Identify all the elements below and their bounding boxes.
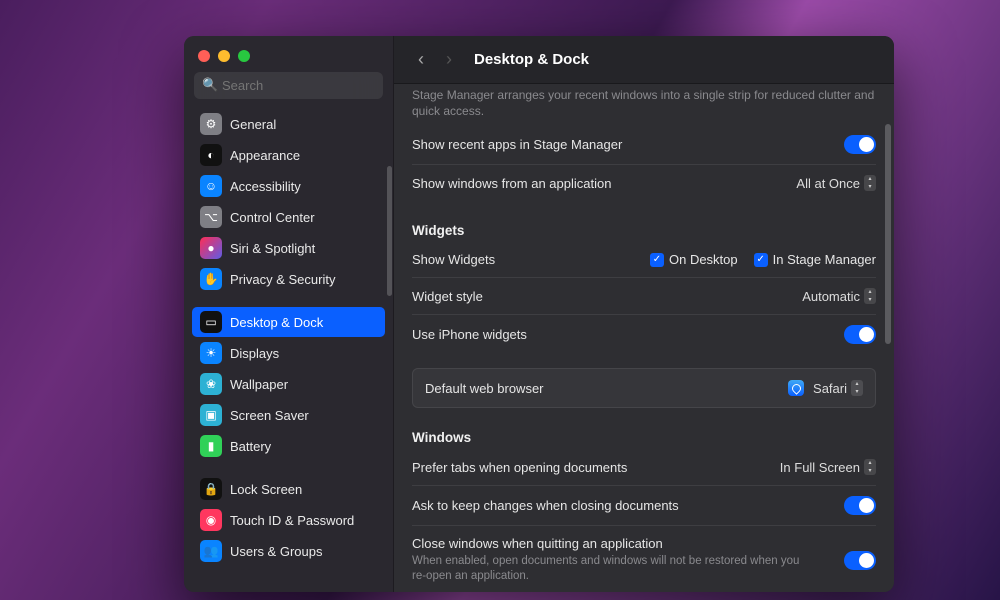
sidebar-item-label: Wallpaper — [230, 377, 288, 392]
on-desktop-checkbox[interactable]: ✓ — [650, 253, 664, 267]
prefer-tabs-select[interactable]: In Full Screen ▴▾ — [780, 459, 876, 475]
sidebar-item-label: Desktop & Dock — [230, 315, 323, 330]
sidebar-item-label: Screen Saver — [230, 408, 309, 423]
sidebar-item-accessibility[interactable]: ☺ Accessibility — [192, 171, 385, 201]
content-scrollbar[interactable] — [885, 124, 891, 344]
sidebar-item-label: Battery — [230, 439, 271, 454]
displays-icon: ☀ — [200, 342, 222, 364]
sidebar-item-label: Siri & Spotlight — [230, 241, 315, 256]
show-recent-apps-toggle[interactable] — [844, 135, 876, 154]
sidebar-item-displays[interactable]: ☀ Displays — [192, 338, 385, 368]
content-area: Stage Manager arranges your recent windo… — [394, 84, 894, 592]
sidebar-item-general[interactable]: ⚙ General — [192, 109, 385, 139]
sidebar-item-touch-id[interactable]: ◉ Touch ID & Password — [192, 505, 385, 535]
lock-screen-icon: 🔒 — [200, 478, 222, 500]
appearance-icon: ◐ — [200, 144, 222, 166]
sidebar-item-lock-screen[interactable]: 🔒 Lock Screen — [192, 474, 385, 504]
sidebar-item-battery[interactable]: ▮ Battery — [192, 431, 385, 461]
nav-back-button[interactable]: ‹ — [412, 49, 430, 70]
accessibility-icon: ☺ — [200, 175, 222, 197]
nav-forward-button[interactable]: › — [440, 49, 458, 70]
search-icon: 🔍 — [202, 77, 218, 93]
stepper-icon: ▴▾ — [864, 175, 876, 191]
close-windows-quit-toggle[interactable] — [844, 551, 876, 570]
default-browser-select[interactable]: Safari ▴▾ — [788, 380, 863, 396]
sidebar-item-label: Accessibility — [230, 179, 301, 194]
sidebar-item-desktop-dock[interactable]: ▭ Desktop & Dock — [192, 307, 385, 337]
default-browser-label: Default web browser — [425, 381, 544, 396]
show-windows-from-app-select[interactable]: All at Once ▴▾ — [796, 175, 876, 191]
prefer-tabs-label: Prefer tabs when opening documents — [412, 460, 627, 475]
window-controls — [184, 36, 393, 72]
privacy-security-icon: ✋ — [200, 268, 222, 290]
sidebar-item-privacy-security[interactable]: ✋ Privacy & Security — [192, 264, 385, 294]
sidebar-list: ⚙ General ◐ Appearance ☺ Accessibility ⌥ Contro… — [184, 109, 393, 592]
siri-spotlight-icon: ● — [200, 237, 222, 259]
main-panel: ‹ › Desktop & Dock Stage Manager arrange… — [394, 36, 894, 592]
minimize-button[interactable] — [218, 50, 230, 62]
fullscreen-button[interactable] — [238, 50, 250, 62]
close-windows-quit-description: When enabled, open documents and windows… — [412, 553, 812, 584]
widget-style-select[interactable]: Automatic ▴▾ — [802, 288, 876, 304]
sidebar-item-label: Users & Groups — [230, 544, 322, 559]
sidebar-item-label: Lock Screen — [230, 482, 302, 497]
page-title: Desktop & Dock — [474, 51, 589, 68]
desktop-dock-icon: ▭ — [200, 311, 222, 333]
close-button[interactable] — [198, 50, 210, 62]
use-iphone-widgets-toggle[interactable] — [844, 325, 876, 344]
stepper-icon: ▴▾ — [851, 380, 863, 396]
ask-keep-changes-toggle[interactable] — [844, 496, 876, 515]
on-desktop-label: On Desktop — [669, 252, 738, 267]
show-windows-from-app-label: Show windows from an application — [412, 176, 611, 191]
touch-id-icon: ◉ — [200, 509, 222, 531]
sidebar-item-label: Privacy & Security — [230, 272, 335, 287]
general-icon: ⚙ — [200, 113, 222, 135]
sidebar-item-siri-spotlight[interactable]: ● Siri & Spotlight — [192, 233, 385, 263]
sidebar-item-label: General — [230, 117, 276, 132]
sidebar-item-users-groups[interactable]: 👥 Users & Groups — [192, 536, 385, 566]
sidebar-item-control-center[interactable]: ⌥ Control Center — [192, 202, 385, 232]
use-iphone-widgets-label: Use iPhone widgets — [412, 327, 527, 342]
safari-icon — [788, 380, 804, 396]
sidebar-scrollbar[interactable] — [387, 166, 392, 296]
windows-heading: Windows — [412, 408, 876, 449]
in-stage-manager-checkbox[interactable]: ✓ — [754, 253, 768, 267]
control-center-icon: ⌥ — [200, 206, 222, 228]
system-settings-window: 🔍 ⚙ General ◐ Appearance ☺ Accessibility ⌥ Cont… — [184, 36, 894, 592]
stepper-icon: ▴▾ — [864, 288, 876, 304]
screen-saver-icon: ▣ — [200, 404, 222, 426]
sidebar-item-label: Touch ID & Password — [230, 513, 354, 528]
search-input[interactable] — [194, 72, 383, 99]
stepper-icon: ▴▾ — [864, 459, 876, 475]
wallpaper-icon: ❀ — [200, 373, 222, 395]
sidebar-item-label: Control Center — [230, 210, 315, 225]
show-recent-apps-label: Show recent apps in Stage Manager — [412, 137, 622, 152]
titlebar: ‹ › Desktop & Dock — [394, 36, 894, 84]
sidebar-item-appearance[interactable]: ◐ Appearance — [192, 140, 385, 170]
sidebar-item-wallpaper[interactable]: ❀ Wallpaper — [192, 369, 385, 399]
sidebar-item-screen-saver[interactable]: ▣ Screen Saver — [192, 400, 385, 430]
ask-keep-changes-label: Ask to keep changes when closing documen… — [412, 498, 679, 513]
sidebar-item-label: Displays — [230, 346, 279, 361]
battery-icon: ▮ — [200, 435, 222, 457]
sidebar: 🔍 ⚙ General ◐ Appearance ☺ Accessibility ⌥ Cont… — [184, 36, 394, 592]
users-groups-icon: 👥 — [200, 540, 222, 562]
widget-style-label: Widget style — [412, 289, 483, 304]
close-windows-quit-label: Close windows when quitting an applicati… — [412, 536, 832, 551]
show-widgets-label: Show Widgets — [412, 252, 495, 267]
in-stage-manager-label: In Stage Manager — [773, 252, 876, 267]
stage-manager-description: Stage Manager arranges your recent windo… — [412, 84, 876, 125]
widgets-heading: Widgets — [412, 201, 876, 242]
sidebar-item-label: Appearance — [230, 148, 300, 163]
